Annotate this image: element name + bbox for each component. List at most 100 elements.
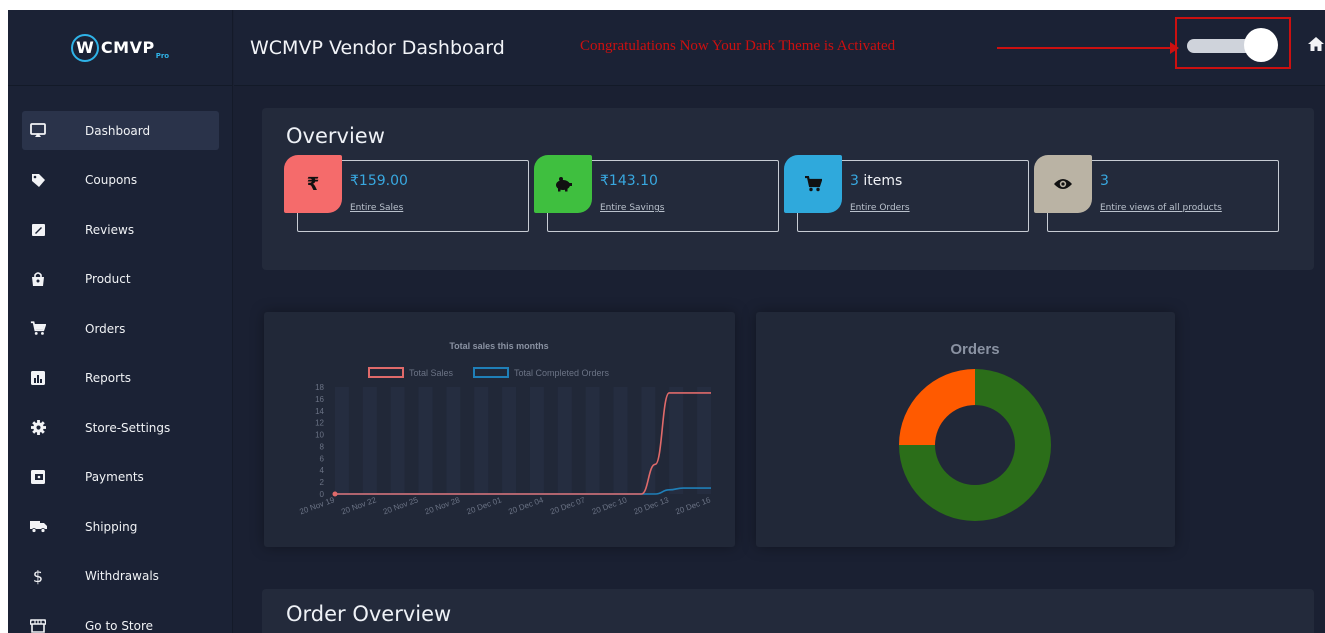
orders-donut-chart: Orders (899, 341, 1051, 521)
stat-value-views: 3 (1100, 173, 1109, 189)
notice-arrow-line (997, 47, 1175, 49)
chart-band (613, 387, 628, 494)
legend-swatch-completed (473, 367, 509, 378)
logo-text: CMVP (100, 38, 155, 57)
stat-value-orders: 3 items (850, 173, 902, 189)
order-overview-panel: Order Overview (262, 589, 1314, 633)
x-tick-label: 20 Dec 07 (549, 495, 587, 516)
stat-card-sales[interactable]: ₹ ₹159.00 Entire Sales (284, 155, 529, 232)
sidebar-item-go-to-store[interactable]: Go to Store (22, 606, 219, 633)
sidebar-item-label: Reports (85, 371, 132, 385)
stat-value-savings: ₹143.10 (600, 173, 658, 189)
sidebar-item-label: Go to Store (85, 618, 154, 633)
shopping-bag-icon (28, 271, 48, 287)
sidebar-item-label: Shipping (85, 519, 138, 534)
legend-swatch-sales (368, 367, 404, 378)
sidebar-item-label: Withdrawals (85, 569, 159, 583)
legend-label-sales: Total Sales (409, 368, 454, 378)
chart-band (390, 387, 405, 494)
stat-link-sales[interactable]: Entire Sales (350, 203, 403, 213)
main-content: Overview ₹ ₹159.00 Entire Sales ₹143.10 … (234, 87, 1325, 633)
x-tick-label: 20 Dec 01 (465, 495, 503, 516)
stat-card-views[interactable]: 3 Entire views of all products (1034, 155, 1279, 232)
piggy-bank-icon (556, 177, 572, 192)
sidebar-item-withdrawals[interactable]: $ Withdrawals (22, 557, 219, 596)
y-tick-label: 12 (315, 419, 324, 428)
orders-unit: items (858, 173, 903, 189)
chart-band (362, 387, 377, 494)
y-tick-label: 2 (320, 478, 325, 487)
dark-theme-toggle-knob[interactable] (1244, 28, 1278, 62)
sales-line-chart: Total sales this months Total Sales Total … (298, 341, 712, 516)
stat-link-views[interactable]: Entire views of all products (1100, 203, 1222, 213)
sidebar-item-orders[interactable]: Orders (22, 309, 219, 348)
stat-link-orders[interactable]: Entire Orders (850, 203, 910, 213)
x-tick-label: 20 Dec 10 (591, 495, 629, 516)
stat-badge-views (1034, 155, 1092, 213)
stat-link-savings[interactable]: Entire Savings (600, 203, 664, 213)
app-window: W CMVP Pro Dashboard Coupons Reviews Produc… (8, 10, 1325, 633)
stat-badge-savings (534, 155, 592, 213)
dollar-icon: $ (32, 566, 44, 586)
chart-band (697, 387, 711, 494)
eye-icon (1054, 179, 1072, 189)
sidebar-item-payments[interactable]: Payments (22, 458, 219, 497)
y-tick-label: 4 (320, 466, 325, 475)
stat-card-savings[interactable]: ₹143.10 Entire Savings (534, 155, 779, 232)
sidebar-item-label: Orders (85, 321, 126, 336)
series-point (332, 491, 338, 497)
edit-icon (28, 223, 48, 237)
x-tick-label: 20 Nov 19 (298, 495, 336, 516)
x-tick-label: 20 Nov 22 (340, 495, 378, 516)
logo[interactable]: W CMVP Pro (8, 10, 232, 86)
sidebar: W CMVP Pro Dashboard Coupons Reviews Produc… (8, 10, 233, 633)
sidebar-item-reports[interactable]: Reports (22, 359, 219, 398)
chart-band (418, 387, 433, 494)
x-tick-label: 20 Dec 16 (674, 495, 712, 516)
sidebar-item-dashboard[interactable]: Dashboard (22, 111, 219, 150)
chart-band (669, 387, 684, 494)
stat-badge-orders (784, 155, 842, 213)
theme-notice: Congratulations Now Your Dark Theme is A… (580, 38, 896, 54)
chart-band (335, 387, 349, 494)
orders-count: 3 (850, 173, 859, 189)
logo-badge: W (70, 33, 99, 62)
rupee-icon: ₹ (306, 173, 320, 195)
sidebar-item-label: Reviews (85, 222, 135, 237)
bar-chart-icon (28, 371, 48, 385)
donut-slice-1[interactable] (899, 369, 975, 445)
truck-icon (28, 520, 48, 533)
cart-icon (28, 321, 48, 336)
sales-chart-card: Total sales this months Total Sales Total … (264, 312, 735, 547)
cart-icon (805, 176, 822, 192)
y-tick-label: 18 (315, 383, 324, 392)
overview-panel: Overview ₹ ₹159.00 Entire Sales ₹143.10 … (262, 108, 1314, 270)
top-header: WCMVP Vendor Dashboard Congratulations N… (234, 10, 1325, 86)
y-tick-label: 14 (315, 407, 324, 416)
sidebar-item-label: Store-Settings (85, 420, 171, 435)
y-tick-label: 10 (315, 431, 324, 440)
stat-card-orders[interactable]: 3 items Entire Orders (784, 155, 1029, 232)
chart-band (529, 387, 544, 494)
legend-label-completed: Total Completed Orders (514, 368, 610, 378)
sidebar-item-shipping[interactable]: Shipping (22, 507, 219, 546)
y-tick-label: 8 (320, 442, 325, 451)
sidebar-item-label: Payments (85, 470, 144, 484)
logo-subtitle: Pro (155, 51, 170, 60)
sidebar-item-reviews[interactable]: Reviews (22, 210, 219, 249)
gear-icon (28, 420, 48, 435)
chart-band (585, 387, 600, 494)
sidebar-nav: Dashboard Coupons Reviews Product Orders Repo… (22, 111, 219, 633)
x-tick-label: 20 Nov 28 (424, 495, 462, 516)
monitor-icon (28, 123, 48, 138)
page-title: WCMVP Vendor Dashboard (250, 37, 505, 59)
sidebar-item-coupons[interactable]: Coupons (22, 161, 219, 200)
home-icon[interactable] (1307, 35, 1325, 53)
tag-icon (28, 173, 48, 188)
wallet-icon (28, 470, 48, 484)
sidebar-item-product[interactable]: Product (22, 260, 219, 299)
stat-badge-sales: ₹ (284, 155, 342, 213)
chart-band (557, 387, 572, 494)
sidebar-item-store-settings[interactable]: Store-Settings (22, 408, 219, 447)
orders-chart-card: Orders (756, 312, 1175, 547)
